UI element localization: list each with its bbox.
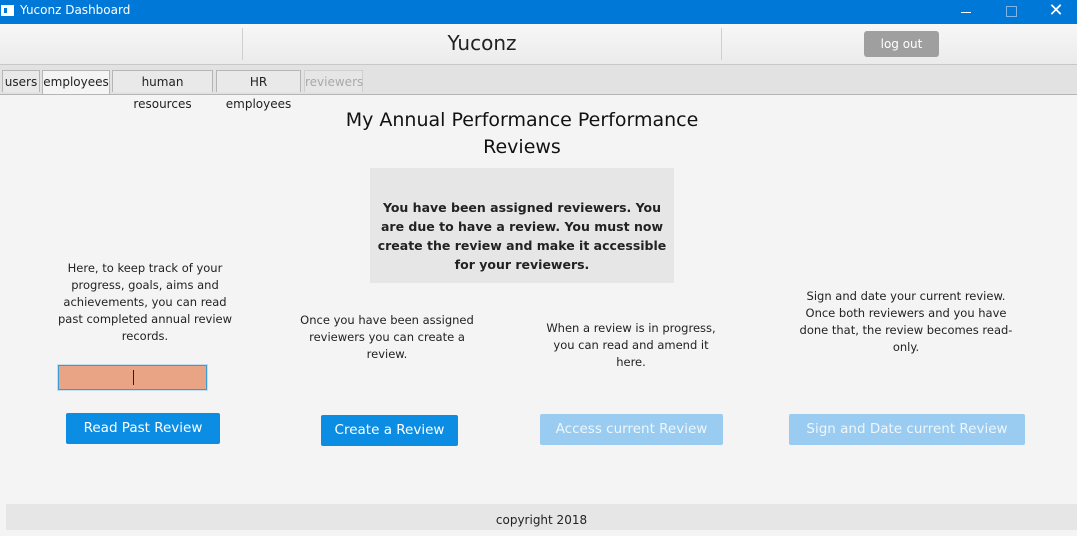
brand-title: Yuconz [447,31,517,55]
access-review-description: When a review is in progress, you can re… [546,321,716,369]
footer: copyright 2018 [6,504,1077,530]
logout-button[interactable]: log out [864,31,939,57]
tab-reviewers: reviewers [304,70,363,92]
copyright-text: copyright 2018 [495,513,588,527]
sign-review-description: Sign and date your current review. Once … [799,289,1013,354]
tab-bar: users employees human resources HR emplo… [0,65,1077,111]
access-current-review-button: Access current Review [540,414,723,445]
read-past-review-button[interactable]: Read Past Review [66,413,220,444]
window-titlebar: Yuconz Dashboard ✕ [0,0,1077,24]
tab-employees[interactable]: employees [42,70,110,94]
minimize-icon[interactable] [943,0,989,24]
app-header: Yuconz log out [0,24,1077,65]
tab-users[interactable]: users [2,70,40,92]
sign-date-review-button: Sign and Date current Review [789,414,1025,445]
app-icon [1,5,14,16]
create-review-description: Once you have been assigned reviewers yo… [300,313,474,361]
review-input-field[interactable] [58,365,207,390]
tab-human-resources[interactable]: human resources [112,70,213,111]
text-caret [133,370,134,385]
tab-hr-employees[interactable]: HR employees [216,70,301,111]
review-notice-text: You have been assigned reviewers. You ar… [377,200,667,272]
window-title: Yuconz Dashboard [20,3,131,17]
page-title: My Annual Performance Performance Review… [345,109,699,158]
create-review-button[interactable]: Create a Review [321,415,458,446]
header-divider [721,28,722,60]
read-past-description: Here, to keep track of your progress, go… [57,261,233,343]
maximize-icon[interactable] [988,0,1034,24]
review-notice: You have been assigned reviewers. You ar… [370,168,674,283]
close-icon[interactable]: ✕ [1033,0,1077,24]
